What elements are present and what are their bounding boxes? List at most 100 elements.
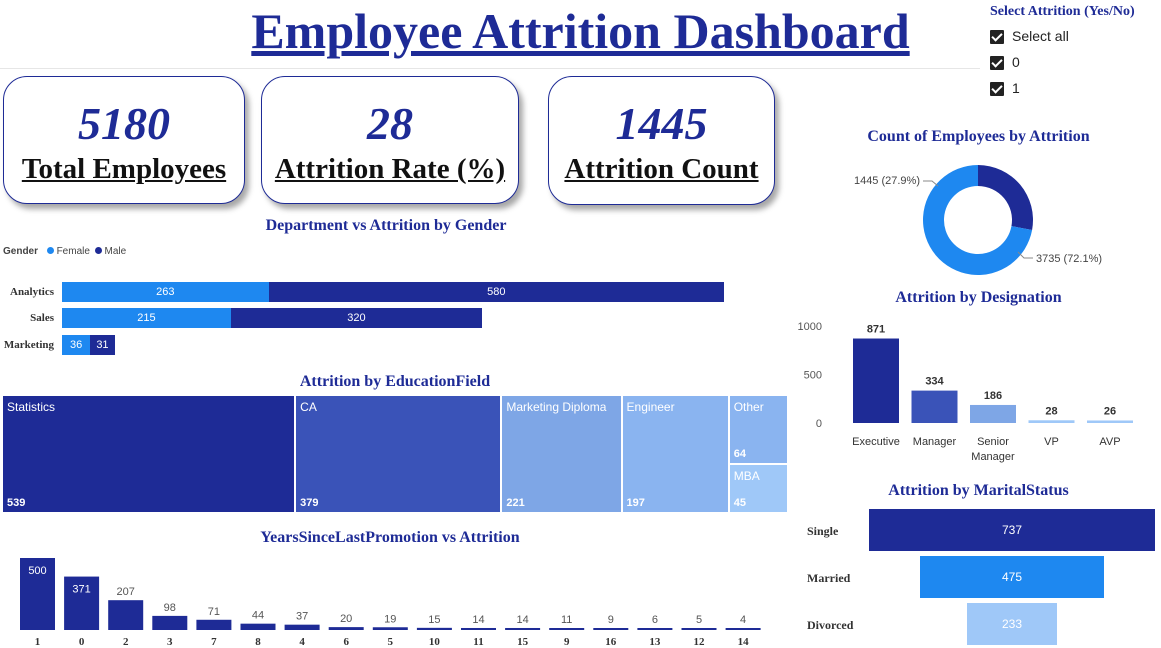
x-tick-label: 12 bbox=[694, 636, 706, 648]
donut-title: Count of Employees by Attrition bbox=[867, 128, 1090, 145]
marital-status-chart: Single 737 Married 475 Divorced 233 bbox=[800, 505, 1160, 648]
column-bar[interactable] bbox=[911, 390, 958, 423]
slicer-option-select-all[interactable]: Select all bbox=[990, 28, 1150, 46]
bar-segment[interactable]: 215 bbox=[62, 308, 231, 328]
data-label: 186 bbox=[984, 390, 1002, 402]
column-bar[interactable] bbox=[505, 627, 541, 630]
dept-gender-chart: Analytics 263 580 Sales 215 320 Marketing 36 31 bbox=[0, 270, 780, 360]
checkbox-icon[interactable] bbox=[990, 30, 1004, 44]
category-label: Analytics bbox=[10, 286, 54, 298]
kpi-label: Attrition Rate (%) bbox=[274, 153, 506, 185]
x-tick-label: 16 bbox=[605, 636, 617, 648]
bar-segment[interactable]: 580 bbox=[268, 282, 724, 302]
column-bar[interactable] bbox=[853, 338, 899, 423]
bar-segment[interactable]: 31 bbox=[90, 335, 115, 355]
tile-value: 197 bbox=[626, 497, 645, 509]
column-bar[interactable] bbox=[970, 404, 1016, 423]
treemap-tile[interactable]: CA 379 bbox=[295, 395, 502, 513]
column-bar[interactable] bbox=[240, 623, 276, 630]
kpi-value: 1445 bbox=[615, 98, 708, 149]
checkbox-icon[interactable] bbox=[990, 82, 1004, 96]
x-tick-label: 8 bbox=[255, 636, 261, 648]
x-tick-label: 15 bbox=[517, 636, 529, 648]
legend-dot-female bbox=[46, 247, 54, 254]
funnel-bar[interactable]: 737 bbox=[869, 509, 1155, 551]
funnel-bar[interactable]: 233 bbox=[966, 603, 1058, 645]
x-tick-label: AVP bbox=[1099, 436, 1120, 448]
kpi-value: 28 bbox=[367, 98, 413, 149]
slicer-option-0[interactable]: 0 bbox=[990, 54, 1150, 72]
slicer-option-label: 0 bbox=[1012, 54, 1020, 70]
category-label: Sales bbox=[30, 312, 54, 324]
tile-value: 64 bbox=[733, 448, 746, 461]
column-bar[interactable] bbox=[593, 628, 629, 630]
tile-label: Marketing Diploma bbox=[506, 400, 607, 414]
x-tick-label: 7 bbox=[211, 636, 217, 648]
data-label: 4 bbox=[740, 614, 746, 626]
column-bar[interactable] bbox=[681, 628, 717, 630]
data-label: 500 bbox=[28, 565, 46, 577]
funnel-bar[interactable]: 475 bbox=[919, 556, 1105, 598]
bar-value-label: 36 bbox=[70, 339, 83, 351]
data-label: 19 bbox=[384, 613, 396, 625]
x-tick-label: 4 bbox=[299, 636, 305, 648]
data-label: 11 bbox=[561, 614, 572, 626]
data-label: 37 bbox=[296, 611, 308, 623]
data-label: 3735 (72.1%) bbox=[1036, 253, 1102, 265]
category-label: Married bbox=[807, 571, 851, 585]
data-label: 1445 (27.9%) bbox=[854, 175, 920, 187]
data-label: 334 bbox=[925, 376, 944, 388]
bar-segment[interactable]: 36 bbox=[62, 335, 91, 355]
column-bar[interactable] bbox=[1087, 420, 1133, 423]
treemap-tile[interactable]: Statistics 539 bbox=[2, 395, 296, 513]
data-label: 14 bbox=[472, 614, 484, 626]
x-tick-label: Manager bbox=[913, 436, 957, 448]
column-bar[interactable] bbox=[637, 628, 673, 630]
data-label: 98 bbox=[164, 602, 176, 614]
bar-value-label: 320 bbox=[347, 312, 366, 324]
column-bar[interactable] bbox=[1028, 420, 1075, 423]
dept-gender-title: Department vs Attrition by Gender bbox=[265, 217, 507, 234]
promotion-title: YearsSinceLastPromotion vs Attrition bbox=[260, 529, 520, 546]
donut-slice[interactable] bbox=[978, 165, 1033, 230]
column-bar[interactable] bbox=[284, 624, 320, 630]
treemap-tile[interactable]: Other 64 bbox=[728, 395, 788, 465]
kpi-value: 5180 bbox=[78, 98, 170, 149]
tile-label: Engineer bbox=[626, 400, 675, 414]
tile-label: Other bbox=[733, 400, 764, 414]
kpi-card-attrition-count: 1445 Attrition Count bbox=[548, 76, 775, 205]
column-bar[interactable] bbox=[461, 627, 496, 630]
bar-value-label: 580 bbox=[487, 286, 506, 298]
x-tick-label: 10 bbox=[429, 636, 441, 648]
legend-title: Gender bbox=[3, 246, 39, 257]
attrition-donut-chart: 1445 (27.9%) 3735 (72.1%) bbox=[854, 165, 1102, 275]
legend-dot-male bbox=[94, 247, 102, 254]
column-bar[interactable] bbox=[196, 619, 232, 630]
data-label: 9 bbox=[608, 614, 614, 626]
bar-segment[interactable]: 263 bbox=[62, 282, 269, 302]
column-bar[interactable] bbox=[328, 627, 364, 630]
kpi-label: Attrition Count bbox=[564, 153, 759, 185]
column-bar[interactable] bbox=[372, 627, 408, 630]
designation-chart: 0 500 1000 871 Executive 334 Manager 186 Senior M… bbox=[798, 321, 1133, 463]
column-bar[interactable] bbox=[108, 600, 144, 630]
column-bar[interactable] bbox=[152, 615, 188, 630]
education-title: Attrition by EducationField bbox=[299, 373, 491, 390]
x-tick-label: 6 bbox=[343, 636, 349, 648]
treemap-tile[interactable]: Marketing Diploma 221 bbox=[501, 395, 622, 513]
checkbox-icon[interactable] bbox=[990, 56, 1004, 70]
bar-segment[interactable]: 320 bbox=[230, 308, 483, 328]
column-bar[interactable] bbox=[549, 628, 585, 630]
marital-title: Attrition by MaritalStatus bbox=[888, 482, 1069, 499]
column-bar[interactable] bbox=[725, 628, 761, 630]
column-bar[interactable] bbox=[416, 627, 452, 630]
slicer-option-label: Select all bbox=[1012, 28, 1069, 44]
x-tick-label: 1 bbox=[35, 636, 41, 648]
slicer-option-1[interactable]: 1 bbox=[990, 80, 1150, 98]
treemap-tile[interactable]: MBA 45 bbox=[728, 464, 788, 513]
data-label: 6 bbox=[652, 614, 658, 626]
y-tick-label: 1000 bbox=[798, 321, 822, 333]
treemap-tile[interactable]: Engineer 197 bbox=[621, 395, 729, 513]
data-label: 20 bbox=[340, 613, 352, 625]
education-treemap: Statistics 539 CA 379 Marketing Diploma 221 En… bbox=[2, 395, 788, 513]
